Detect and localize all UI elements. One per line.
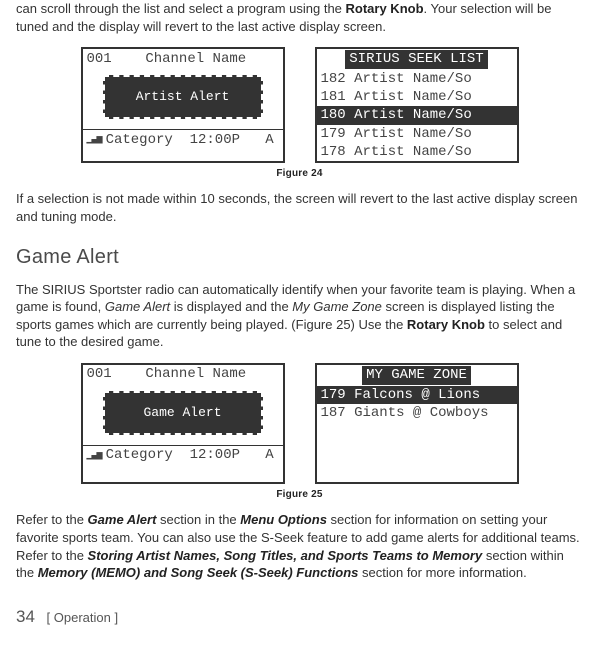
list-item: 179 Falcons @ Lions xyxy=(317,386,517,404)
list-item: 178 Artist Name/So xyxy=(317,143,517,161)
signal-bars-icon: ▁▃▅ xyxy=(87,133,102,147)
signal-bars-icon: ▁▃▅ xyxy=(87,449,102,463)
lcd-header-row: 001 Channel Name xyxy=(83,365,283,385)
lcd-footer-row: ▁▃▅ Category 12:00P A xyxy=(83,445,283,466)
channel-number: 001 xyxy=(87,50,112,69)
figure-24-row: 001 Channel Name Artist Alert ▁▃▅ Categor… xyxy=(16,47,583,163)
game-alert-paragraph: The SIRIUS Sportster radio can automatic… xyxy=(16,281,583,351)
ga-my-game-zone-italic: My Game Zone xyxy=(292,299,382,314)
game-zone-title: MY GAME ZONE xyxy=(362,366,471,385)
figure-25-right-lcd: MY GAME ZONE 179 Falcons @ Lions187 Gian… xyxy=(315,363,519,484)
category-label: Category xyxy=(106,446,173,465)
figure-25-caption: Figure 25 xyxy=(16,488,583,502)
figure-25-row: 001 Channel Name Game Alert ▁▃▅ Category … xyxy=(16,363,583,484)
category-label: Category xyxy=(106,131,173,150)
time-label: 12:00P xyxy=(190,131,240,150)
time-label: 12:00P xyxy=(190,446,240,465)
game-alert-modal: Game Alert xyxy=(103,391,263,435)
intro-paragraph: can scroll through the list and select a… xyxy=(16,0,583,35)
closing-b: section in the xyxy=(156,512,240,527)
list-item: 182 Artist Name/So xyxy=(317,70,517,88)
channel-name: Channel Name xyxy=(145,50,246,69)
list-item: 187 Giants @ Cowboys xyxy=(317,404,517,422)
figure-25-left-lcd: 001 Channel Name Game Alert ▁▃▅ Category … xyxy=(81,363,285,484)
mode-badge: A xyxy=(265,131,273,150)
page-label-bracket-open: [ xyxy=(47,610,54,625)
closing-storing-bi: Storing Artist Names, Song Titles, and S… xyxy=(88,548,483,563)
figure-24-right-lcd: SIRIUS SEEK LIST 182 Artist Name/So181 A… xyxy=(315,47,519,163)
mode-badge: A xyxy=(265,446,273,465)
modal-text: Artist Alert xyxy=(136,88,230,106)
page-number: 34 xyxy=(16,607,35,626)
page-label: Operation xyxy=(54,610,111,625)
figure-24-caption: Figure 24 xyxy=(16,167,583,181)
closing-e: section for more information. xyxy=(358,565,526,580)
rotary-knob-label: Rotary Knob xyxy=(346,1,424,16)
lcd-footer-row: ▁▃▅ Category 12:00P A xyxy=(83,129,283,150)
modal-text: Game Alert xyxy=(143,404,221,422)
channel-number: 001 xyxy=(87,365,112,384)
ga-rotary-knob-bold: Rotary Knob xyxy=(407,317,485,332)
lcd-header-row: 001 Channel Name xyxy=(83,49,283,69)
page-footer: 34 [ Operation ] xyxy=(16,606,583,629)
closing-memory-bi: Memory (MEMO) and Song Seek (S-Seek) Fun… xyxy=(38,565,359,580)
page-label-bracket-close: ] xyxy=(111,610,118,625)
list-item: 180 Artist Name/So xyxy=(317,106,517,124)
closing-paragraph: Refer to the Game Alert section in the M… xyxy=(16,511,583,581)
ga-text-b: is displayed and the xyxy=(170,299,292,314)
channel-name: Channel Name xyxy=(145,365,246,384)
game-zone-title-row: MY GAME ZONE xyxy=(317,365,517,386)
artist-alert-modal: Artist Alert xyxy=(103,75,263,119)
intro-text-a: can scroll through the list and select a… xyxy=(16,1,346,16)
figure-24-left-lcd: 001 Channel Name Artist Alert ▁▃▅ Categor… xyxy=(81,47,285,163)
after-fig24-paragraph: If a selection is not made within 10 sec… xyxy=(16,190,583,225)
seek-list-title: SIRIUS SEEK LIST xyxy=(345,50,487,69)
seek-list-title-row: SIRIUS SEEK LIST xyxy=(317,49,517,70)
list-item: 181 Artist Name/So xyxy=(317,88,517,106)
closing-menu-options-bi: Menu Options xyxy=(240,512,327,527)
list-item: 179 Artist Name/So xyxy=(317,125,517,143)
closing-a: Refer to the xyxy=(16,512,88,527)
closing-game-alert-bi: Game Alert xyxy=(88,512,157,527)
game-alert-heading: Game Alert xyxy=(16,244,583,271)
ga-game-alert-italic: Game Alert xyxy=(105,299,170,314)
